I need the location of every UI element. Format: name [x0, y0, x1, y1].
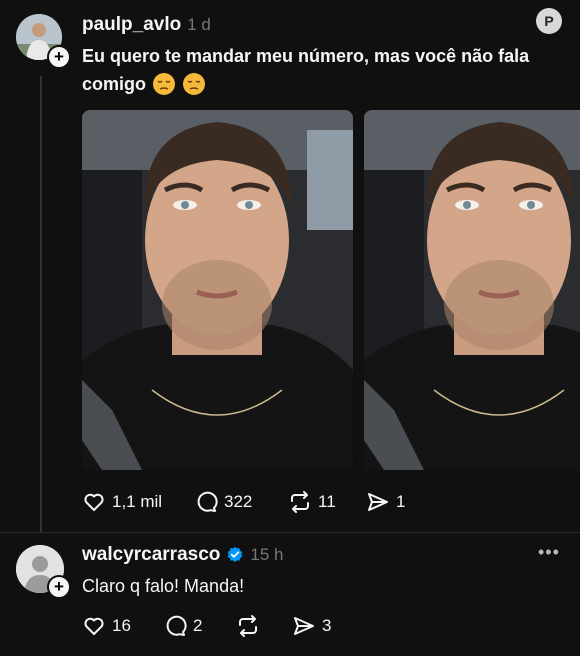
comment-count: 322 [224, 492, 253, 511]
post-header: paulp_avlo 1 d [82, 14, 211, 36]
post-text-line-2: comigo [82, 70, 562, 98]
post-text: Eu quero te mandar meu número, mas você … [82, 42, 562, 98]
portrait-photo [82, 110, 353, 470]
reply-header: walcyrcarrasco 15 h [82, 544, 283, 566]
comment-button[interactable]: 2 [163, 614, 202, 638]
like-count: 16 [112, 616, 131, 635]
reply-text: Claro q falo! Manda! [82, 576, 245, 596]
pensive-face-emoji-icon [183, 73, 206, 95]
send-icon [368, 493, 388, 511]
repost-icon [239, 615, 257, 637]
post-text-line: Eu quero te mandar meu número, mas você … [82, 46, 530, 66]
like-button[interactable]: 1,1 mil [82, 490, 162, 514]
post-time: 1 d [187, 15, 211, 34]
heart-icon [84, 493, 104, 511]
watermark-badge: P [536, 8, 562, 34]
share-count: 1 [396, 492, 406, 511]
verified-badge-icon [228, 546, 243, 563]
thread-line [40, 76, 42, 532]
reply-time: 15 h [250, 545, 284, 564]
pensive-face-emoji-icon [153, 73, 176, 95]
comment-icon [197, 491, 218, 512]
comment-icon [166, 615, 187, 636]
like-count: 1,1 mil [112, 492, 163, 511]
divider [0, 532, 580, 533]
comment-button[interactable]: 322 [194, 490, 252, 514]
portrait-photo [364, 110, 580, 470]
post-photo[interactable] [82, 110, 353, 470]
heart-icon [84, 617, 104, 635]
like-button[interactable]: 16 [82, 614, 131, 638]
post-photo[interactable] [364, 110, 580, 470]
comment-count: 2 [193, 616, 203, 635]
repost-icon [291, 491, 309, 513]
repost-count: 11 [318, 492, 336, 511]
follow-plus-icon[interactable]: + [47, 575, 71, 599]
post-text-line: comigo [82, 74, 147, 94]
follow-plus-icon[interactable]: + [47, 45, 71, 69]
username[interactable]: paulp_avlo [82, 14, 181, 36]
repost-button[interactable]: 11 [288, 490, 336, 514]
share-button[interactable]: 3 [292, 614, 331, 638]
share-count: 3 [322, 616, 332, 635]
username[interactable]: walcyrcarrasco [82, 544, 220, 566]
repost-button[interactable] [236, 614, 260, 638]
more-options-icon[interactable]: ••• [538, 542, 560, 563]
share-button[interactable]: 1 [366, 490, 405, 514]
send-icon [294, 617, 314, 635]
